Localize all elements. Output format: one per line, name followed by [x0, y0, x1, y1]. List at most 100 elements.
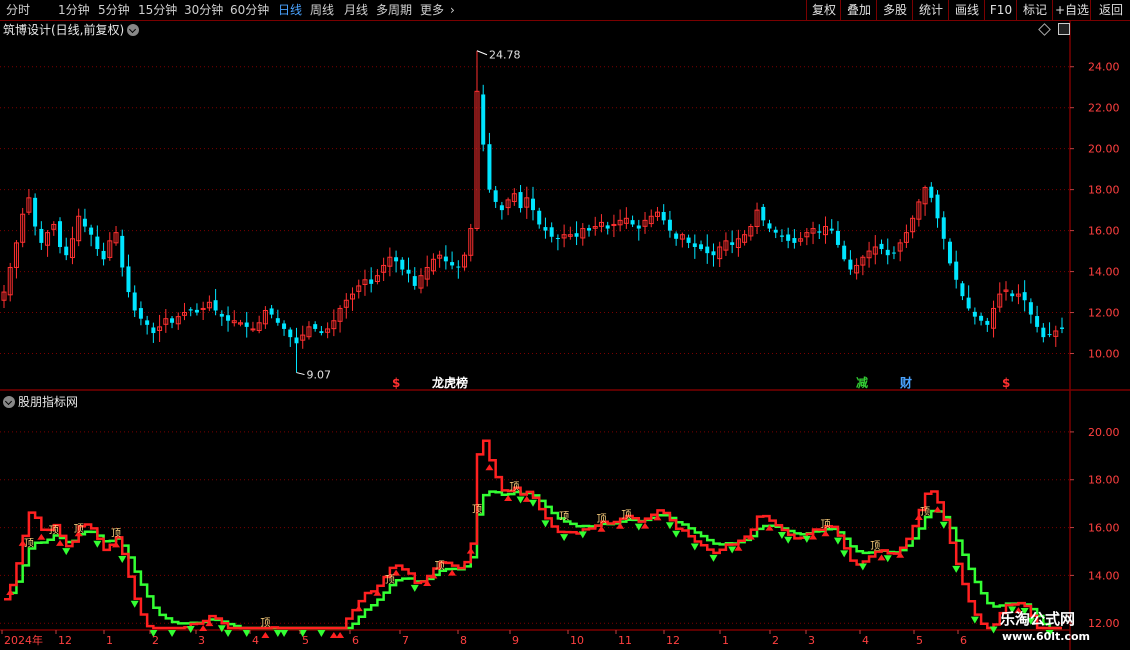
price-tick-label: 10.00 [1088, 348, 1120, 361]
time-tick-label: 2024年 [4, 633, 43, 647]
candle-body [89, 227, 94, 235]
event-marker: 减 [856, 375, 868, 390]
candle-body [1041, 327, 1046, 338]
candle-body [369, 279, 374, 284]
candle-body [1022, 292, 1027, 301]
event-marker: $ [1002, 376, 1010, 390]
down-arrow-icon [93, 540, 102, 548]
signal-label: 顶 [621, 509, 631, 521]
up-arrow-icon [877, 554, 886, 561]
candle-body [667, 219, 672, 231]
price-tick-label: 20.00 [1088, 143, 1120, 156]
candle-body [979, 315, 984, 321]
signal-label: 顶 [385, 574, 395, 586]
candle-body [456, 266, 461, 268]
down-arrow-icon [709, 554, 718, 562]
candle-body [132, 292, 137, 311]
candle-body [985, 320, 990, 325]
candle-body [288, 329, 293, 338]
candle-body [126, 266, 131, 293]
candle-body [705, 246, 710, 254]
watermark-name: 乐淘公式网 [1000, 610, 1076, 628]
time-tick-label: 7 [402, 634, 409, 647]
candle-body [269, 308, 274, 315]
down-arrow-icon [529, 499, 537, 507]
candle-body [275, 318, 280, 323]
signal-label: 顶 [509, 481, 519, 493]
candle-body [605, 225, 610, 229]
window-restore-icon[interactable] [1058, 23, 1070, 35]
watermark-url: www.60lt.com [1002, 630, 1091, 643]
price-tick-label: 24.00 [1088, 61, 1120, 74]
candle-body [250, 328, 256, 331]
signal-label: 顶 [49, 524, 59, 536]
candle-body [394, 257, 399, 262]
candle-body [138, 308, 143, 319]
candle-body [64, 246, 69, 256]
slow-line [4, 490, 1062, 630]
signal-label: 顶 [111, 527, 121, 539]
indicator-tick-label: 16.00 [1088, 522, 1120, 535]
candle-body [661, 212, 666, 221]
candle-body [194, 309, 199, 313]
candle-body [493, 190, 498, 202]
candle-body [773, 229, 778, 233]
candle-body [835, 230, 840, 245]
candle-body [761, 206, 766, 221]
candle-body [282, 323, 287, 329]
candle-body [636, 225, 641, 229]
chart-area[interactable]: 顶顶顶顶顶顶顶顶顶顶顶顶顶顶顶 24.0022.0020.0018.0016.0… [0, 0, 1130, 650]
up-arrow-icon [466, 547, 475, 554]
candle-body [574, 233, 579, 237]
candle-body [549, 227, 554, 237]
candle-body [879, 243, 884, 250]
candle-body [674, 233, 679, 239]
candle-body [555, 238, 560, 240]
time-tick-label: 2 [152, 634, 159, 647]
candle-body [966, 297, 971, 309]
down-arrow-icon [516, 496, 525, 504]
candle-body [935, 194, 940, 219]
candle-body [537, 210, 542, 225]
candle-body [412, 276, 417, 286]
candle-body [499, 205, 504, 211]
candle-body [400, 259, 405, 270]
down-arrow-icon [777, 532, 786, 540]
indicator-tick-label: 20.00 [1088, 426, 1120, 439]
up-arrow-icon [933, 506, 942, 513]
signal-label: 顶 [24, 537, 34, 549]
time-tick-label: 10 [570, 634, 584, 647]
candle-body [779, 235, 784, 237]
time-tick-label: 6 [960, 634, 967, 647]
candle-body [543, 227, 548, 231]
candle-body [972, 311, 977, 317]
time-tick-label: 1 [106, 634, 113, 647]
down-arrow-icon [273, 630, 282, 637]
event-marker: 龙虎榜 [432, 375, 468, 390]
candle-body [1028, 302, 1033, 315]
down-arrow-icon [118, 555, 127, 563]
candle-body [481, 94, 486, 145]
candle-body [686, 237, 691, 243]
price-tick-label: 16.00 [1088, 225, 1120, 238]
time-tick-label: 4 [252, 634, 259, 647]
down-arrow-icon [690, 543, 699, 551]
indicator-tick-label: 14.00 [1088, 569, 1120, 582]
candle-body [313, 324, 318, 329]
up-arrow-icon [641, 522, 650, 529]
time-tick-label: 12 [666, 634, 680, 647]
candle-body [848, 259, 853, 270]
high-price-label: 24.78 [489, 49, 521, 62]
time-tick-label: 9 [512, 634, 519, 647]
candle-body [817, 231, 822, 233]
candle-body [829, 228, 834, 231]
candle-body [767, 223, 772, 229]
up-arrow-icon [329, 632, 338, 638]
down-arrow-icon [560, 534, 569, 542]
price-tick-label: 14.00 [1088, 266, 1120, 279]
candle-body [319, 331, 324, 334]
up-arrow-icon [37, 533, 46, 540]
signal-label: 顶 [920, 506, 930, 518]
candle-body [200, 307, 206, 310]
up-arrow-icon [354, 605, 363, 612]
